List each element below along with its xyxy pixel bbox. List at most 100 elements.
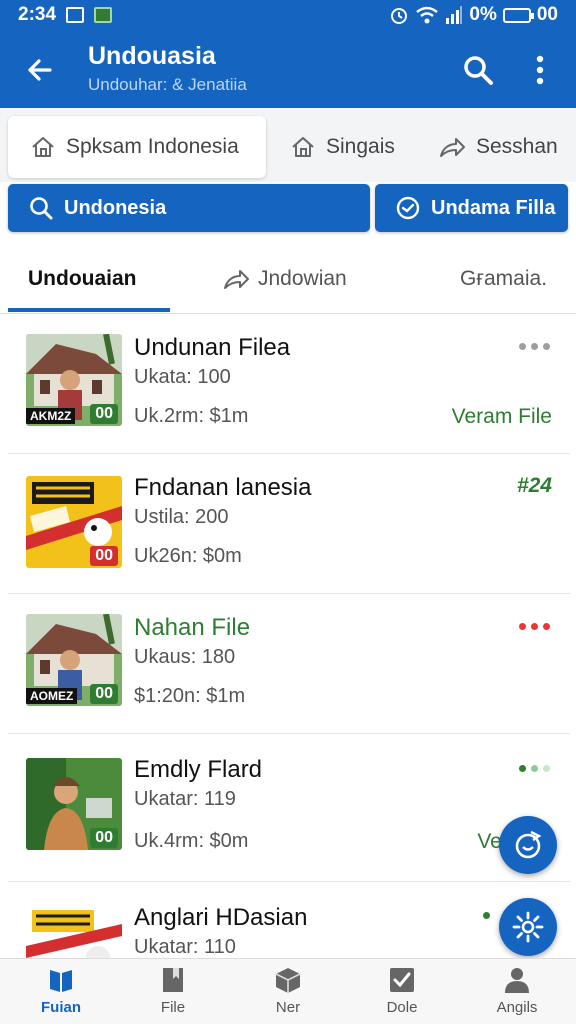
- item-thumbnail: AOMEZ 00: [26, 614, 122, 706]
- nav-file[interactable]: File: [128, 965, 218, 1023]
- thumbnail-label: AKM2Z: [26, 408, 76, 424]
- more-options-button[interactable]: [522, 50, 558, 90]
- notification-icon: [66, 7, 85, 23]
- item-price: Uk.4rm: $0m: [134, 830, 249, 852]
- file-icon: [163, 968, 183, 992]
- tab-jndowian[interactable]: Jndowian: [222, 246, 347, 312]
- more-vert-icon: [536, 55, 544, 85]
- nav-label: Dole: [386, 999, 418, 1016]
- checkbox-icon: [390, 968, 414, 992]
- item-title: Anglari HDasian: [134, 904, 308, 931]
- item-title: Fndanan lanesia: [134, 474, 312, 501]
- item-menu-button[interactable]: [519, 343, 550, 350]
- item-thumbnail: 00: [26, 476, 122, 568]
- tab-label: Gғamaia.: [460, 267, 548, 290]
- settings-fab[interactable]: [499, 898, 557, 956]
- back-button[interactable]: [22, 52, 58, 88]
- gear-icon: [512, 911, 544, 943]
- list-item[interactable]: 00 Emdly Flard Ukatar: 119 Uk.4rm: $0m V…: [8, 734, 570, 882]
- item-action-link[interactable]: Veram File: [452, 405, 552, 429]
- home-icon: [292, 137, 314, 157]
- nav-label: Fuian: [41, 999, 81, 1016]
- search-icon: [30, 197, 53, 220]
- thumbnail-label: AOMEZ: [26, 688, 78, 704]
- item-detail: Ustila: 200: [134, 506, 229, 528]
- box-icon: [275, 968, 301, 993]
- chip-singais[interactable]: Singais: [268, 116, 418, 178]
- home-icon: [32, 137, 54, 157]
- item-price: Uk26n: $0m: [134, 545, 242, 567]
- chat-bot-icon: [515, 830, 542, 859]
- item-title: Undunan Filea: [134, 334, 291, 361]
- tab-undouaian[interactable]: Undouaian: [28, 246, 137, 312]
- item-detail: Ukata: 100: [134, 366, 231, 388]
- circle-check-icon: [396, 196, 420, 220]
- search-icon: [464, 56, 493, 85]
- battery-icon: [502, 7, 534, 23]
- item-thumbnail: [26, 904, 122, 958]
- item-detail: Ukaus: 180: [134, 646, 236, 668]
- book-icon: [50, 970, 72, 992]
- status-time: 2:34: [18, 4, 57, 25]
- filter-label: Undonesia: [64, 196, 167, 219]
- page-subtitle: Undouhar: & Jenatiia: [88, 75, 247, 94]
- item-title: Nahan File: [134, 614, 251, 641]
- person-icon: [505, 968, 529, 993]
- nav-angils[interactable]: Angils: [472, 965, 562, 1023]
- page-title: Undouasia: [88, 42, 216, 70]
- item-price: $1:20n: $1m: [134, 685, 246, 707]
- nav-label: Angils: [496, 999, 538, 1016]
- nav-ner[interactable]: Ner: [243, 965, 333, 1023]
- item-thumbnail: AKM2Z 00: [26, 334, 122, 426]
- item-detail: Ukatar: 119: [134, 788, 236, 810]
- item-title: Emdly Flard: [134, 756, 263, 783]
- status-clock-right: 00: [536, 4, 558, 25]
- active-tab-indicator: [8, 308, 170, 312]
- bottom-navigation: Fuian File Ner Dole Angils: [0, 958, 576, 1024]
- wifi-icon: [416, 6, 439, 24]
- tab-label: Undouaian: [28, 267, 137, 290]
- nav-label: Ner: [275, 999, 301, 1016]
- item-menu-button[interactable]: [483, 912, 490, 919]
- chip-spksam-indonesia[interactable]: Spksam Indonesia: [8, 116, 266, 178]
- list-item[interactable]: Anglari HDasian Ukatar: 110: [8, 882, 570, 958]
- chip-label: Singais: [326, 135, 395, 158]
- signal-icon: [446, 6, 463, 24]
- list-item[interactable]: AKM2Z 00 Undunan Filea Ukata: 100 Uk.2rm…: [8, 314, 570, 454]
- thumbnail-badge: 00: [90, 684, 118, 704]
- file-list: AKM2Z 00 Undunan Filea Ukata: 100 Uk.2rm…: [8, 314, 570, 958]
- app-bar: Undouasia Undouhar: & Jenatiia: [0, 30, 576, 108]
- search-button[interactable]: [458, 50, 498, 90]
- filter-label: Undama Filla: [431, 196, 556, 219]
- chip-sesshan[interactable]: Sesshan: [416, 116, 574, 178]
- item-menu-button[interactable]: [519, 765, 550, 772]
- list-item[interactable]: 00 Fndanan lanesia Ustila: 200 Uk26n: $0…: [8, 454, 570, 594]
- filter-undonesia-button[interactable]: Undonesia: [8, 184, 370, 232]
- category-chips: Spksam Indonesia Singais Sesshan: [0, 108, 576, 182]
- chip-label: Sesshan: [476, 135, 558, 158]
- app-notification-icon: [94, 7, 113, 23]
- nav-fuian[interactable]: Fuian: [16, 965, 106, 1023]
- item-menu-button[interactable]: [519, 623, 550, 630]
- item-detail: Ukatar: 110: [134, 936, 236, 958]
- item-rank-badge: #24: [516, 474, 552, 497]
- thumbnail-badge: 00: [90, 546, 118, 566]
- tab-label: Jndowian: [258, 267, 347, 290]
- battery-percent: 0%: [469, 4, 497, 25]
- tab-gramaia[interactable]: Gғamaia.: [460, 246, 547, 312]
- filter-undama-filla-button[interactable]: Undama Filla: [375, 184, 568, 232]
- alarm-icon: [391, 8, 408, 24]
- share-icon: [224, 270, 249, 289]
- thumbnail-badge: 00: [90, 828, 118, 848]
- list-item[interactable]: AOMEZ 00 Nahan File Ukaus: 180 $1:20n: $…: [8, 594, 570, 734]
- share-icon: [440, 138, 465, 157]
- status-bar: 2:34 0% 00: [0, 0, 576, 30]
- arrow-left-icon: [28, 59, 52, 81]
- item-price: Uk.2rm: $1m: [134, 405, 249, 427]
- assistant-fab[interactable]: [499, 816, 557, 874]
- item-thumbnail: 00: [26, 758, 122, 850]
- thumbnail-badge: 00: [90, 404, 118, 424]
- nav-label: File: [160, 999, 186, 1016]
- nav-dole[interactable]: Dole: [357, 965, 447, 1023]
- chip-label: Spksam Indonesia: [66, 135, 239, 158]
